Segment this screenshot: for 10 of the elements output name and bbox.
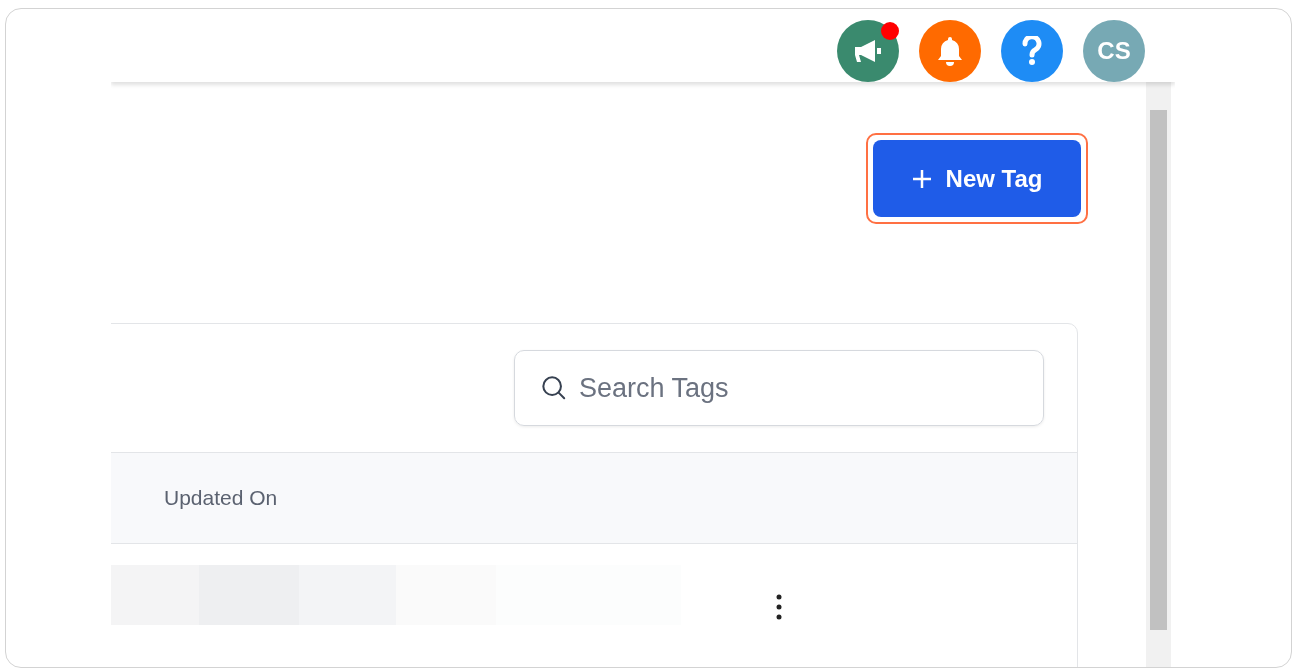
search-icon	[541, 374, 567, 402]
bell-icon	[936, 35, 964, 67]
help-icon	[1022, 36, 1042, 66]
megaphone-button[interactable]	[837, 20, 899, 82]
new-tag-button[interactable]: New Tag	[873, 140, 1081, 217]
search-field[interactable]: Search Tags	[514, 350, 1044, 426]
megaphone-icon	[853, 38, 883, 64]
column-header: Updated On	[164, 485, 278, 512]
scrollbar[interactable]	[1146, 82, 1171, 667]
plus-icon	[911, 168, 932, 189]
